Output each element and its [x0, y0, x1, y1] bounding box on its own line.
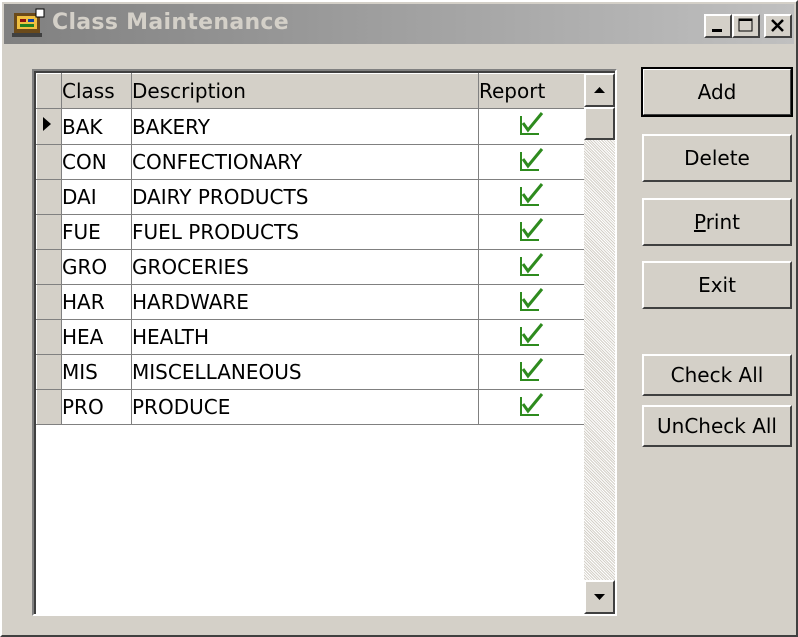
row-pointer-icon: [43, 117, 51, 131]
row-selector[interactable]: [36, 319, 62, 355]
description-cell[interactable]: MISCELLANEOUS: [131, 354, 479, 390]
checkmark-icon: [519, 112, 543, 135]
class-table: Class Description Report BAK BAKERY CON CON…: [36, 73, 585, 425]
description-cell[interactable]: BAKERY: [131, 108, 479, 145]
uncheck-all-button[interactable]: UnCheck All: [642, 405, 792, 447]
report-checkbox[interactable]: [478, 249, 585, 285]
checkmark-icon: [519, 322, 543, 346]
checkmark-icon: [519, 357, 543, 381]
row-selector[interactable]: [36, 249, 62, 285]
report-checkbox[interactable]: [478, 319, 585, 355]
add-button[interactable]: Add: [641, 67, 793, 117]
table-row[interactable]: CON CONFECTIONARY: [36, 144, 585, 180]
checkmark-icon: [519, 252, 543, 276]
header-row: Class Description Report: [36, 73, 585, 109]
arrow-up-icon: [594, 87, 605, 93]
maximize-button[interactable]: [732, 14, 760, 38]
class-grid[interactable]: Class Description Report BAK BAKERY CON CON…: [32, 69, 617, 616]
checkmark-icon: [519, 217, 543, 241]
class-cell[interactable]: DAI: [61, 179, 132, 215]
print-button[interactable]: Print: [642, 198, 792, 246]
report-checkbox[interactable]: [478, 214, 585, 250]
table-row[interactable]: HEA HEALTH: [36, 319, 585, 355]
scroll-thumb[interactable]: [584, 107, 615, 140]
description-cell[interactable]: HEALTH: [131, 319, 479, 355]
table-row[interactable]: DAI DAIRY PRODUCTS: [36, 179, 585, 215]
report-checkbox[interactable]: [478, 354, 585, 390]
class-cell[interactable]: MIS: [61, 354, 132, 390]
delete-button-label: Delete: [684, 146, 750, 170]
close-button[interactable]: [764, 14, 792, 38]
description-cell[interactable]: FUEL PRODUCTS: [131, 214, 479, 250]
checkmark-icon: [519, 147, 543, 171]
description-cell[interactable]: PRODUCE: [131, 389, 479, 425]
row-selector[interactable]: [36, 354, 62, 390]
class-cell[interactable]: FUE: [61, 214, 132, 250]
vertical-scrollbar[interactable]: [584, 73, 615, 614]
description-cell[interactable]: CONFECTIONARY: [131, 144, 479, 180]
checkmark-icon: [519, 182, 543, 206]
minimize-icon: [712, 29, 722, 32]
row-selector[interactable]: [36, 214, 62, 250]
report-checkbox[interactable]: [478, 389, 585, 425]
table-row[interactable]: MIS MISCELLANEOUS: [36, 354, 585, 390]
checkmark-icon: [519, 392, 543, 416]
report-checkbox[interactable]: [478, 179, 585, 215]
check-all-button[interactable]: Check All: [642, 354, 792, 396]
class-cell[interactable]: HAR: [61, 284, 132, 320]
class-cell[interactable]: CON: [61, 144, 132, 180]
column-header-report[interactable]: Report: [478, 73, 585, 109]
grid-frame: Class Description Report BAK BAKERY CON CON…: [34, 71, 615, 614]
window-title: Class Maintenance: [52, 10, 289, 35]
delete-button[interactable]: Delete: [642, 134, 792, 182]
class-cell[interactable]: PRO: [61, 389, 132, 425]
table-row[interactable]: PRO PRODUCE: [36, 389, 585, 425]
class-cell[interactable]: HEA: [61, 319, 132, 355]
description-cell[interactable]: GROCERIES: [131, 249, 479, 285]
class-maintenance-window: Class Maintenance Class Description Repo…: [0, 0, 798, 637]
table-row[interactable]: GRO GROCERIES: [36, 249, 585, 285]
maximize-icon: [738, 18, 753, 32]
table-row[interactable]: FUE FUEL PRODUCTS: [36, 214, 585, 250]
exit-button-label: Exit: [698, 273, 736, 297]
column-header-description[interactable]: Description: [131, 73, 479, 109]
class-cell[interactable]: GRO: [61, 249, 132, 285]
report-checkbox[interactable]: [478, 108, 585, 145]
row-selector[interactable]: [36, 108, 62, 145]
row-selector[interactable]: [36, 284, 62, 320]
exit-button[interactable]: Exit: [642, 261, 792, 309]
row-selector[interactable]: [36, 179, 62, 215]
table-row[interactable]: HAR HARDWARE: [36, 284, 585, 320]
report-checkbox[interactable]: [478, 284, 585, 320]
class-cell[interactable]: BAK: [61, 108, 132, 145]
column-header-class[interactable]: Class: [61, 73, 132, 109]
uncheck-all-button-label: UnCheck All: [657, 414, 777, 438]
row-selector[interactable]: [36, 389, 62, 425]
arrow-down-icon: [594, 594, 605, 600]
scroll-up-button[interactable]: [584, 73, 615, 107]
check-all-button-label: Check All: [670, 363, 764, 387]
description-cell[interactable]: HARDWARE: [131, 284, 479, 320]
report-checkbox[interactable]: [478, 144, 585, 180]
app-icon: [12, 8, 45, 37]
title-bar[interactable]: Class Maintenance: [4, 4, 794, 44]
checkmark-icon: [519, 287, 543, 311]
minimize-button[interactable]: [704, 14, 732, 38]
row-selector[interactable]: [36, 144, 62, 180]
description-cell[interactable]: DAIRY PRODUCTS: [131, 179, 479, 215]
corner-cell: [36, 73, 62, 109]
print-button-label: Print: [693, 210, 740, 234]
table-row[interactable]: BAK BAKERY: [36, 108, 585, 145]
scroll-down-button[interactable]: [584, 580, 615, 614]
close-icon: [771, 19, 784, 32]
